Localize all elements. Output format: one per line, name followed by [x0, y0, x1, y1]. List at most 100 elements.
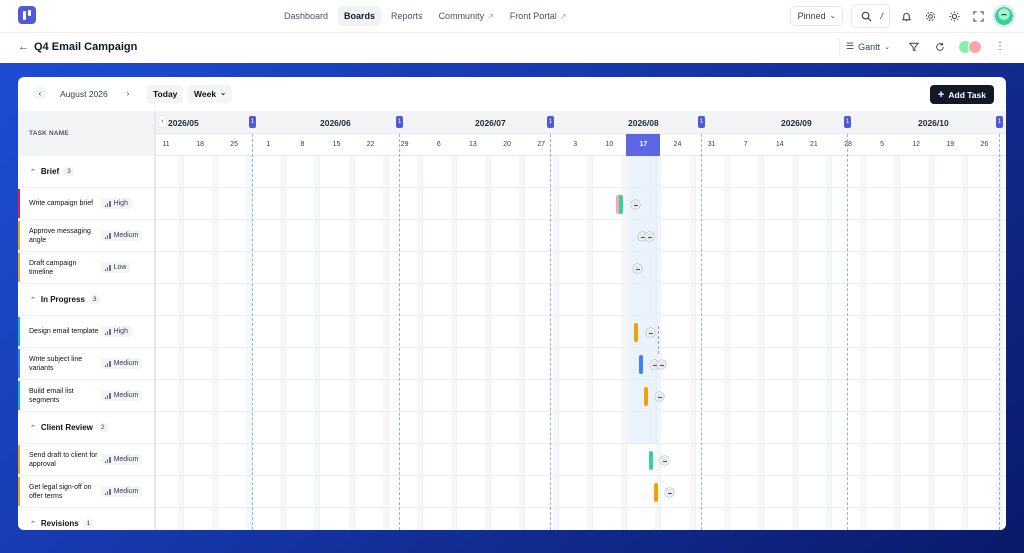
- nav-link-boards[interactable]: Boards: [338, 6, 382, 26]
- assignee-avatar[interactable]: [665, 488, 674, 497]
- timeline-row: [156, 380, 1006, 412]
- timeline-row: [156, 316, 1006, 348]
- timeline-row: [156, 412, 1006, 444]
- task-group-header[interactable]: ⌃ Brief 3: [18, 156, 154, 188]
- pinned-label: Pinned: [797, 11, 826, 21]
- nav-link-reports[interactable]: Reports: [385, 6, 429, 26]
- more-vertical-icon[interactable]: ⋮: [992, 39, 1008, 55]
- task-row[interactable]: Write subject line variants Medium: [18, 348, 154, 380]
- priority-bars-icon: [105, 392, 111, 399]
- task-group-header[interactable]: ⌃ Revisions 1: [18, 508, 154, 530]
- task-group-header[interactable]: ⌃ In Progress 3: [18, 284, 154, 316]
- assignee-avatar[interactable]: [645, 232, 654, 241]
- nav-link-label: Boards: [344, 11, 376, 21]
- day-label: 21: [809, 141, 818, 148]
- view-label: Gantt: [858, 41, 881, 52]
- today-button[interactable]: Today: [147, 85, 184, 103]
- next-month-icon[interactable]: ›: [122, 87, 134, 99]
- assignee-avatar[interactable]: [655, 392, 664, 401]
- priority-label: Medium: [113, 392, 139, 399]
- prev-month-icon[interactable]: ‹: [34, 87, 46, 99]
- fullscreen-icon[interactable]: [970, 8, 986, 24]
- nav-link-label: Front Portal: [509, 11, 557, 21]
- month-start-marker[interactable]: 1: [844, 116, 851, 128]
- task-bar[interactable]: [639, 355, 643, 374]
- list-lines-icon: ☰: [846, 41, 855, 51]
- day-label: 5: [880, 141, 885, 148]
- day-label: 11: [162, 141, 170, 148]
- chevron-up-icon: ⌃: [30, 520, 36, 528]
- assignee-avatar[interactable]: [657, 360, 666, 369]
- task-row[interactable]: Write campaign brief High: [18, 188, 154, 220]
- month-start-marker[interactable]: 1: [698, 116, 705, 128]
- timeline-row: [156, 156, 1006, 188]
- scale-dropdown[interactable]: Week ⌄: [188, 85, 232, 103]
- month-start-marker[interactable]: 1: [249, 116, 256, 128]
- task-status-strip: [18, 349, 20, 378]
- bell-icon[interactable]: [898, 8, 914, 24]
- nav-link-community[interactable]: Community ↗: [433, 6, 500, 26]
- task-bar[interactable]: [649, 451, 653, 470]
- gantt-timeline[interactable]: ‹ 2026/05 1 2026/06 1 2026/07 1 2026/08 1 2026/0…: [156, 111, 1006, 530]
- external-link-icon: ↗: [487, 11, 494, 21]
- gear-icon[interactable]: [922, 8, 938, 24]
- day-label: 29: [400, 141, 409, 148]
- task-status-strip: [18, 221, 20, 250]
- priority-badge[interactable]: Medium: [101, 390, 143, 401]
- filter-icon[interactable]: [906, 39, 922, 55]
- search-shortcut-key: /: [880, 11, 883, 21]
- assignee-avatar[interactable]: [660, 456, 669, 465]
- task-bar[interactable]: [619, 195, 623, 214]
- assignee-avatar[interactable]: [631, 200, 640, 209]
- priority-badge[interactable]: High: [101, 326, 132, 337]
- day-label: 3: [573, 141, 578, 148]
- gantt-card: ‹ August 2026 › Today Week ⌄ + Add Task TA…: [18, 77, 1006, 530]
- assignee-avatar[interactable]: [646, 328, 655, 337]
- back-arrow-icon[interactable]: ←: [18, 41, 29, 53]
- month-start-marker[interactable]: 1: [396, 116, 403, 128]
- today-day-label: 17: [626, 134, 661, 156]
- collapse-sidebar-icon[interactable]: ‹: [158, 115, 167, 128]
- task-name: Design email template: [29, 328, 99, 335]
- member-avatars[interactable]: [958, 39, 982, 54]
- pinned-dropdown[interactable]: Pinned ⌄: [789, 6, 844, 26]
- task-group-header[interactable]: ⌃ Client Review 2: [18, 412, 154, 444]
- task-status-strip: [18, 381, 20, 410]
- task-row[interactable]: Design email template High: [18, 316, 154, 348]
- timeline-row: [156, 476, 1006, 508]
- month-label: 2026/10: [918, 118, 949, 128]
- search-icon: [858, 8, 874, 24]
- gantt-toolbar: ‹ August 2026 › Today Week ⌄ + Add Task: [18, 77, 1006, 111]
- month-start-marker[interactable]: 1: [996, 116, 1003, 128]
- task-status-strip: [18, 445, 20, 474]
- nav-link-dashboard[interactable]: Dashboard: [278, 6, 334, 26]
- priority-badge[interactable]: Medium: [101, 486, 143, 497]
- task-row[interactable]: Get legal sign-off on offer terms Medium: [18, 476, 154, 508]
- nav-link-front-portal[interactable]: Front Portal ↗: [504, 6, 573, 26]
- task-row[interactable]: Draft campaign timeline Low: [18, 252, 154, 284]
- task-row[interactable]: Send draft to client for approval Medium: [18, 444, 154, 476]
- priority-bars-icon: [105, 456, 111, 463]
- app-logo-icon[interactable]: [18, 6, 36, 24]
- task-bar[interactable]: [654, 483, 658, 502]
- day-label: 28: [844, 141, 852, 148]
- view-switcher-dropdown[interactable]: ☰ Gantt ⌄: [839, 38, 896, 55]
- assignee-avatar[interactable]: [633, 264, 642, 273]
- task-row[interactable]: Approve messaging angle Medium: [18, 220, 154, 252]
- priority-badge[interactable]: Medium: [101, 230, 143, 241]
- search-button[interactable]: /: [851, 4, 890, 28]
- add-task-button[interactable]: + Add Task: [929, 85, 994, 104]
- task-row[interactable]: Build email list segments Medium: [18, 380, 154, 412]
- refresh-icon[interactable]: [932, 39, 948, 55]
- month-start-marker[interactable]: 1: [547, 116, 554, 128]
- priority-badge[interactable]: Low: [101, 262, 131, 273]
- task-bar[interactable]: [634, 323, 638, 342]
- priority-badge[interactable]: Medium: [101, 454, 143, 465]
- task-status-strip: [18, 189, 20, 218]
- sun-icon[interactable]: [946, 8, 962, 24]
- priority-badge[interactable]: High: [101, 198, 132, 209]
- task-name: Draft campaign timeline: [29, 259, 77, 276]
- priority-badge[interactable]: Medium: [101, 358, 143, 369]
- task-bar[interactable]: [644, 387, 648, 406]
- user-avatar[interactable]: [994, 6, 1014, 26]
